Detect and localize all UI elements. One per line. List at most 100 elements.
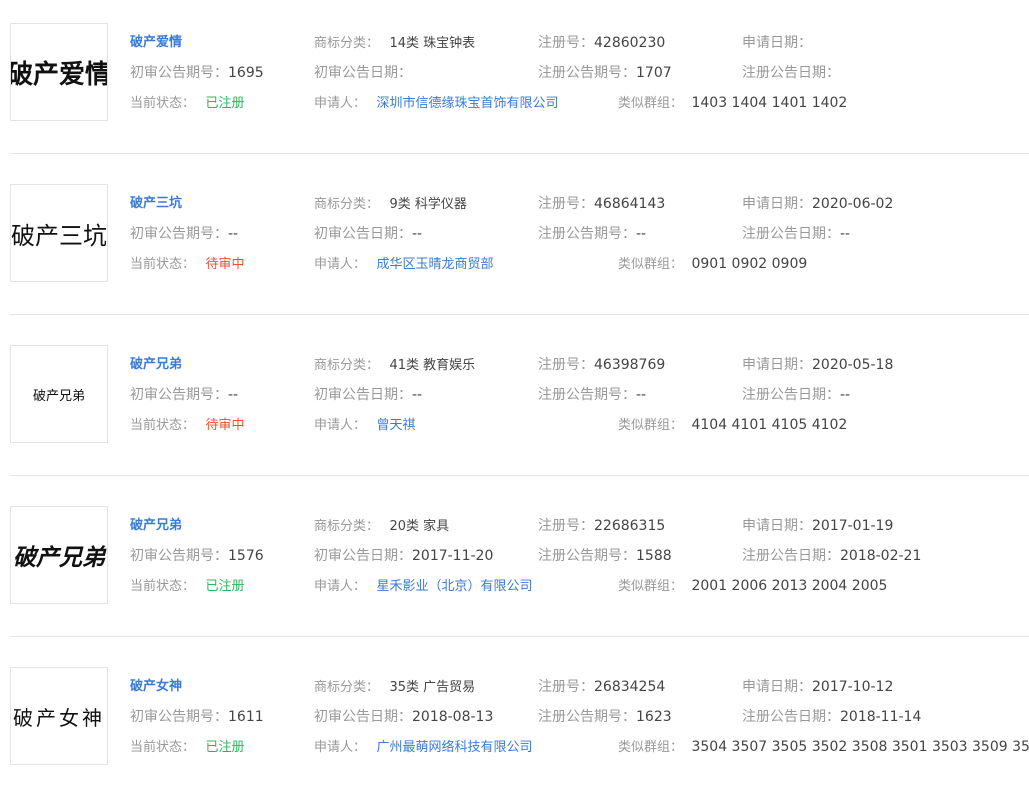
reg-notice-date-field: 注册公告日期：--	[742, 385, 850, 405]
similar-group-field: 类似群组： 4104 4101 4105 4102	[618, 415, 847, 435]
trademark-name-link[interactable]: 破产兄弟	[130, 516, 182, 536]
prelim-no-field: 初审公告期号：--	[130, 224, 238, 244]
reg-notice-no-label: 注册公告期号：	[538, 65, 636, 81]
trademark-logo-text: 破产女神	[13, 705, 105, 730]
applicant-label: 申请人：	[314, 740, 367, 755]
prelim-no-label: 初审公告期号：	[130, 709, 228, 725]
reg-notice-date-label: 注册公告日期：	[742, 226, 840, 242]
row-divider	[10, 314, 1029, 315]
apply-date-field: 申请日期：	[742, 33, 812, 53]
trademark-logo-text: 破产三坑	[11, 221, 107, 250]
similar-group-field: 类似群组： 3504 3507 3505 3502 3508 3501 3503…	[618, 737, 1029, 757]
trademark-name-link[interactable]: 破产三坑	[130, 194, 182, 214]
applicant-link[interactable]: 广州最萌网络科技有限公司	[376, 740, 532, 755]
reg-notice-no-value: --	[636, 387, 647, 403]
prelim-date-label: 初审公告日期：	[314, 387, 412, 403]
reg-notice-date-label: 注册公告日期：	[742, 548, 840, 564]
apply-date-label: 申请日期：	[742, 357, 812, 373]
trademark-logo-text: 破产爱情	[10, 59, 108, 90]
trademark-row[interactable]: 破产爱情 破产爱情 商标分类： 14类 珠宝钟表 注册号：42860230 申请…	[0, 0, 1029, 161]
trademark-row[interactable]: 破产兄弟 破产兄弟 商标分类： 41类 教育娱乐 注册号：46398769 申请…	[0, 322, 1029, 483]
similar-group-value: 2001 2006 2013 2004 2005	[691, 578, 888, 594]
apply-date-label: 申请日期：	[742, 679, 812, 695]
trademark-logo[interactable]: 破产女神	[10, 667, 108, 765]
category-value: 14类 珠宝钟表	[389, 36, 476, 51]
similar-group-value: 3504 3507 3505 3502 3508 3501 3503 3509 …	[691, 739, 1029, 755]
prelim-no-label: 初审公告期号：	[130, 226, 228, 242]
prelim-no-value: --	[228, 387, 239, 403]
reg-notice-no-value: 1707	[636, 65, 672, 81]
category-value: 35类 广告贸易	[389, 680, 476, 695]
trademark-logo-text: 破产兄弟	[32, 388, 85, 404]
applicant-link[interactable]: 星禾影业（北京）有限公司	[376, 579, 532, 594]
applicant-link[interactable]: 深圳市信德缘珠宝首饰有限公司	[376, 96, 558, 111]
prelim-date-value: 2017-11-20	[412, 548, 494, 564]
apply-date-field: 申请日期：2017-10-12	[742, 677, 893, 697]
status-field: 当前状态： 已注册	[130, 576, 244, 596]
apply-date-field: 申请日期：2020-05-18	[742, 355, 893, 375]
applicant-field: 申请人： 星禾影业（北京）有限公司	[314, 576, 532, 596]
trademark-logo[interactable]: 破产爱情	[10, 23, 108, 121]
similar-group-label: 类似群组：	[618, 579, 684, 594]
category-field: 商标分类： 35类 广告贸易	[314, 677, 475, 697]
reg-notice-date-value: --	[840, 387, 851, 403]
trademark-logo[interactable]: 破产兄弟	[10, 506, 108, 604]
apply-date-value: 2017-10-12	[812, 679, 894, 695]
status-field: 当前状态： 已注册	[130, 93, 244, 113]
trademark-logo[interactable]: 破产兄弟	[10, 345, 108, 443]
prelim-no-field: 初审公告期号：1611	[130, 707, 264, 727]
prelim-no-value: 1576	[228, 548, 264, 564]
reg-no-value: 46398769	[594, 357, 666, 373]
category-label: 商标分类：	[314, 680, 380, 695]
prelim-date-field: 初审公告日期：--	[314, 224, 422, 244]
status-badge: 已注册	[205, 740, 245, 755]
status-label: 当前状态：	[130, 96, 196, 111]
reg-notice-date-label: 注册公告日期：	[742, 387, 840, 403]
row-divider	[10, 475, 1029, 476]
status-field: 当前状态： 待审中	[130, 415, 244, 435]
apply-date-value: 2017-01-19	[812, 518, 894, 534]
applicant-link[interactable]: 曾天祺	[376, 418, 415, 433]
reg-no-label: 注册号：	[538, 35, 594, 51]
status-badge: 已注册	[205, 579, 245, 594]
reg-notice-no-field: 注册公告期号：1588	[538, 546, 672, 566]
apply-date-label: 申请日期：	[742, 196, 812, 212]
prelim-no-field: 初审公告期号：1576	[130, 546, 264, 566]
trademark-row[interactable]: 破产三坑 破产三坑 商标分类： 9类 科学仪器 注册号：46864143 申请日…	[0, 161, 1029, 322]
trademark-name-link[interactable]: 破产女神	[130, 677, 182, 697]
prelim-date-field: 初审公告日期：2018-08-13	[314, 707, 493, 727]
reg-notice-date-field: 注册公告日期：--	[742, 224, 850, 244]
similar-group-label: 类似群组：	[618, 418, 684, 433]
prelim-date-value: --	[412, 226, 423, 242]
trademark-name-link[interactable]: 破产兄弟	[130, 355, 182, 375]
applicant-link[interactable]: 成华区玉晴龙商贸部	[376, 257, 493, 272]
prelim-no-label: 初审公告期号：	[130, 387, 228, 403]
category-field: 商标分类： 9类 科学仪器	[314, 194, 467, 214]
reg-notice-no-field: 注册公告期号：--	[538, 224, 646, 244]
trademark-row[interactable]: 破产兄弟 破产兄弟 商标分类： 20类 家具 注册号：22686315 申请日期…	[0, 483, 1029, 644]
category-label: 商标分类：	[314, 36, 380, 51]
trademark-logo[interactable]: 破产三坑	[10, 184, 108, 282]
apply-date-label: 申请日期：	[742, 518, 812, 534]
applicant-label: 申请人：	[314, 96, 367, 111]
reg-no-label: 注册号：	[538, 196, 594, 212]
reg-notice-date-label: 注册公告日期：	[742, 709, 840, 725]
reg-no-field: 注册号：42860230	[538, 33, 665, 53]
status-field: 当前状态： 已注册	[130, 737, 244, 757]
trademark-name-link[interactable]: 破产爱情	[130, 33, 182, 53]
trademark-row[interactable]: 破产女神 破产女神 商标分类： 35类 广告贸易 注册号：26834254 申请…	[0, 644, 1029, 805]
category-label: 商标分类：	[314, 197, 380, 212]
row-divider	[10, 153, 1029, 154]
prelim-no-value: 1695	[228, 65, 264, 81]
similar-group-value: 0901 0902 0909	[691, 256, 808, 272]
category-field: 商标分类： 14类 珠宝钟表	[314, 33, 475, 53]
prelim-no-label: 初审公告期号：	[130, 548, 228, 564]
category-value: 41类 教育娱乐	[389, 358, 476, 373]
apply-date-value: 2020-05-18	[812, 357, 894, 373]
prelim-date-label: 初审公告日期：	[314, 65, 412, 81]
category-value: 20类 家具	[389, 519, 450, 534]
reg-no-value: 46864143	[594, 196, 666, 212]
similar-group-value: 1403 1404 1401 1402	[691, 95, 848, 111]
reg-no-field: 注册号：46398769	[538, 355, 665, 375]
prelim-no-label: 初审公告期号：	[130, 65, 228, 81]
